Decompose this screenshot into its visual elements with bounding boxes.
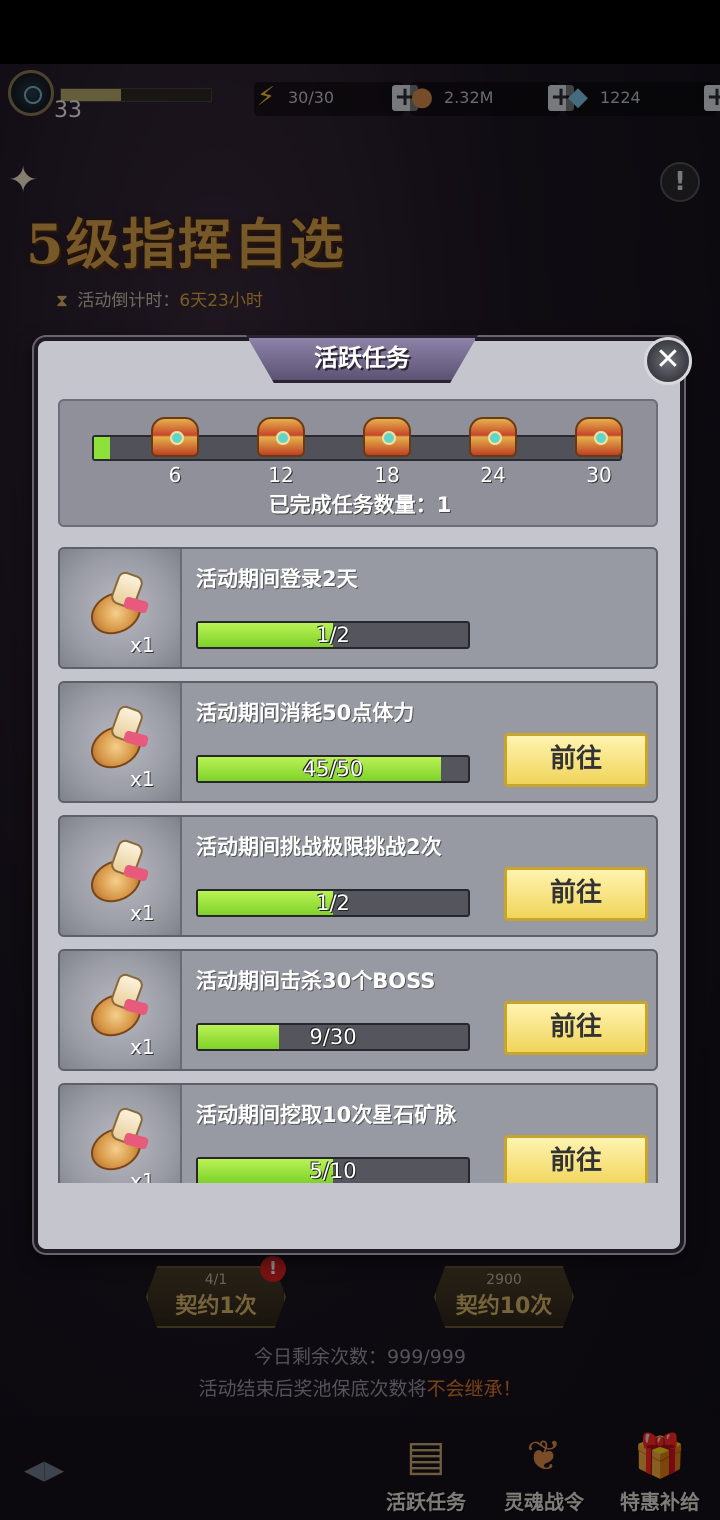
reward-slot[interactable]: x1 xyxy=(60,951,182,1069)
task-row: x1 活动期间击杀30个BOSS 9/30 前往 xyxy=(58,949,658,1071)
task-name: 活动期间击杀30个BOSS xyxy=(196,969,436,993)
activity-progress-fill xyxy=(94,437,110,459)
task-progress-text: 9/30 xyxy=(309,1025,357,1049)
task-row: x1 活动期间挑战极限挑战2次 1/2 前往 xyxy=(58,815,658,937)
reward-slot[interactable]: x1 xyxy=(60,683,182,801)
task-progress-bar: 45/50 xyxy=(196,755,470,783)
completed-count: 已完成任务数量：1 xyxy=(268,493,452,517)
task-progress-bar: 1/2 xyxy=(196,889,470,917)
reward-slot[interactable]: x1 xyxy=(60,549,182,667)
activity-progress-panel: 6 12 18 24 30 已完成任务数量：1 xyxy=(58,399,658,527)
go-button[interactable]: 前往 xyxy=(504,733,648,787)
scroll-reward-icon xyxy=(83,1105,150,1179)
reward-slot[interactable]: x1 xyxy=(60,817,182,935)
reward-quantity: x1 xyxy=(130,1035,155,1059)
reward-quantity: x1 xyxy=(130,767,155,791)
milestone-label: 6 xyxy=(168,463,182,487)
task-progress-text: 5/10 xyxy=(309,1159,357,1183)
task-row: x1 活动期间挖取10次星石矿脉 5/10 前往 xyxy=(58,1083,658,1183)
task-name: 活动期间挑战极限挑战2次 xyxy=(196,835,442,859)
reward-quantity: x1 xyxy=(130,901,155,925)
active-tasks-modal: 活跃任务 ✕ 6 12 18 24 30 已完成任务数量：1 x1 活动期间登录… xyxy=(34,335,692,1253)
reward-chest-icon[interactable] xyxy=(148,413,202,461)
task-progress-text: 1/2 xyxy=(316,891,350,915)
reward-quantity: x1 xyxy=(130,1169,155,1183)
reward-quantity: x1 xyxy=(130,633,155,657)
milestone-label: 24 xyxy=(480,463,506,487)
task-progress-text: 45/50 xyxy=(302,757,364,781)
scroll-reward-icon xyxy=(83,703,150,777)
scroll-reward-icon xyxy=(83,569,150,643)
task-progress-bar: 5/10 xyxy=(196,1157,470,1183)
task-progress-text: 1/2 xyxy=(316,623,350,647)
milestone-label: 18 xyxy=(374,463,400,487)
milestone-label: 30 xyxy=(586,463,612,487)
reward-chest-icon[interactable] xyxy=(572,413,626,461)
task-name: 活动期间消耗50点体力 xyxy=(196,701,415,725)
close-button[interactable]: ✕ xyxy=(644,337,692,385)
go-button[interactable]: 前往 xyxy=(504,1135,648,1183)
task-list[interactable]: x1 活动期间登录2天 1/2 x1 活动期间消耗50点体力 45/50 前往 xyxy=(58,547,662,1183)
task-row: x1 活动期间消耗50点体力 45/50 前往 xyxy=(58,681,658,803)
milestone-label: 12 xyxy=(268,463,294,487)
task-name: 活动期间挖取10次星石矿脉 xyxy=(196,1103,457,1127)
task-progress-bar: 1/2 xyxy=(196,621,470,649)
go-button[interactable]: 前往 xyxy=(504,1001,648,1055)
go-button[interactable]: 前往 xyxy=(504,867,648,921)
reward-chest-icon[interactable] xyxy=(254,413,308,461)
reward-chest-icon[interactable] xyxy=(466,413,520,461)
reward-slot[interactable]: x1 xyxy=(60,1085,182,1183)
scroll-reward-icon xyxy=(83,971,150,1045)
task-name: 活动期间登录2天 xyxy=(196,567,358,591)
scroll-reward-icon xyxy=(83,837,150,911)
task-row: x1 活动期间登录2天 1/2 xyxy=(58,547,658,669)
modal-title: 活跃任务 xyxy=(246,335,478,383)
reward-chest-icon[interactable] xyxy=(360,413,414,461)
task-progress-bar: 9/30 xyxy=(196,1023,470,1051)
